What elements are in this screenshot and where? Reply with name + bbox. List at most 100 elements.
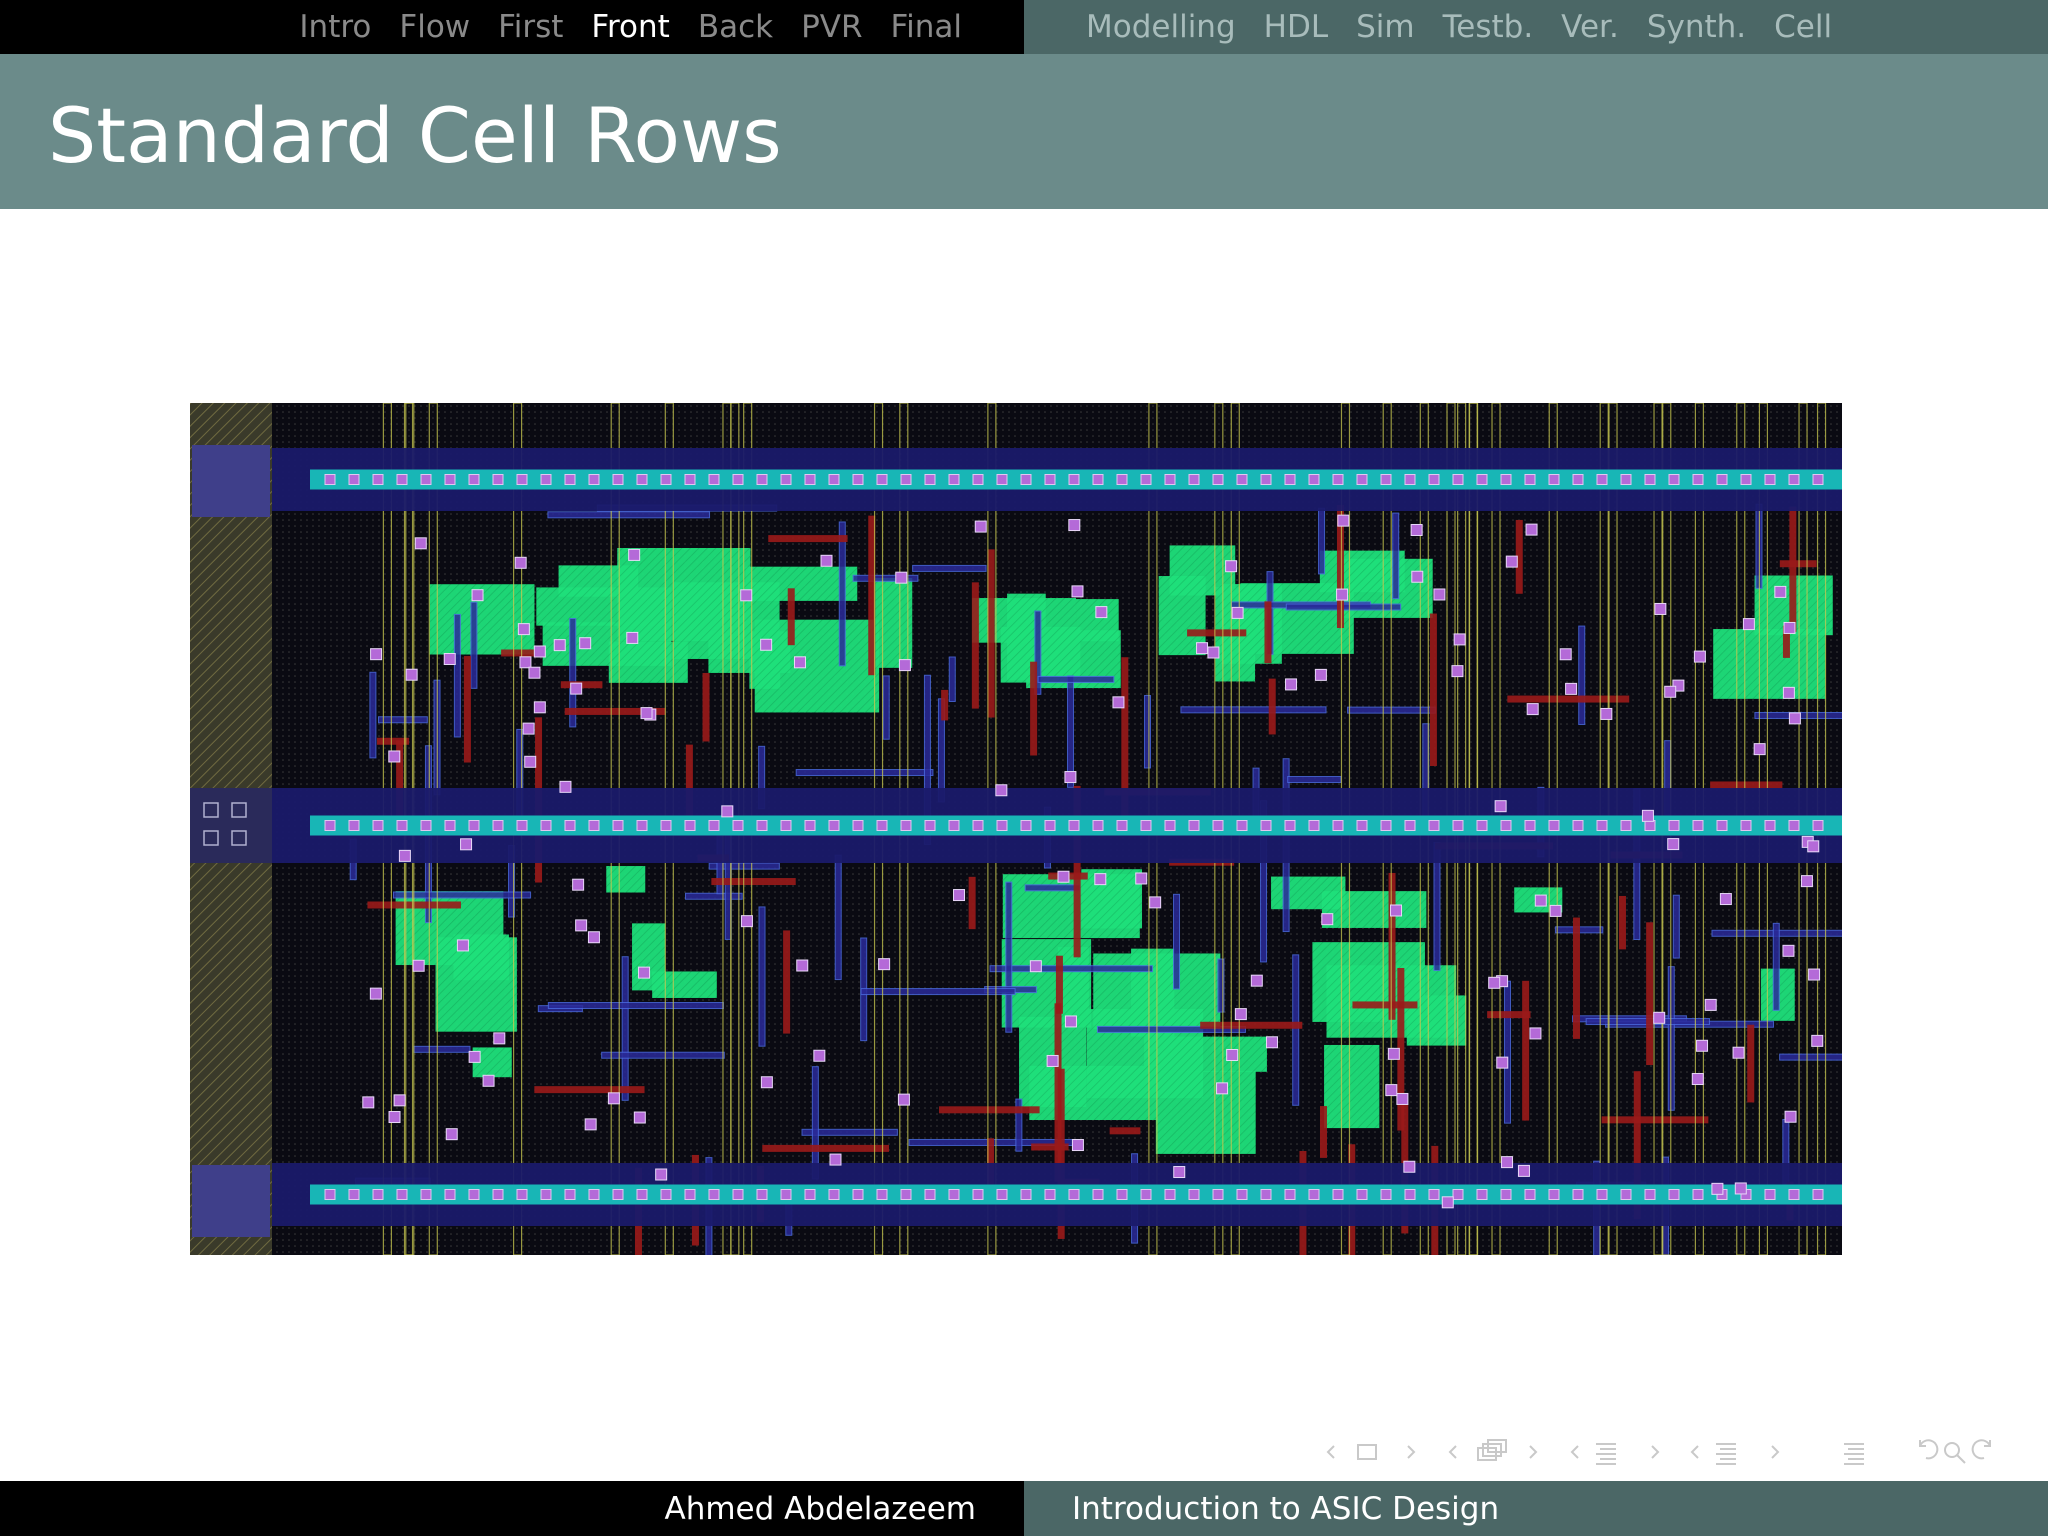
rail-via [1692, 820, 1704, 831]
rail-via [1068, 1189, 1080, 1200]
rail-via [756, 1189, 768, 1200]
footer-author: Ahmed Abdelazeem [664, 1490, 976, 1527]
rail-via [588, 474, 600, 485]
nav-subsection-cell[interactable]: Cell [1774, 9, 1832, 45]
contact-via [1742, 618, 1755, 631]
align-icon[interactable] [1596, 1443, 1616, 1465]
right-arrow-icon[interactable] [1407, 1445, 1416, 1459]
rail-via [1284, 820, 1296, 831]
contact-via [1488, 976, 1501, 989]
poly-trace [787, 588, 795, 646]
contact-via [1696, 1039, 1709, 1052]
contact-via [1057, 870, 1070, 883]
rail-via [684, 474, 696, 485]
contact-via [1396, 1092, 1409, 1105]
contact-via [1265, 1036, 1278, 1049]
diffusion-region [1312, 942, 1425, 1022]
nav-section-final[interactable]: Final [891, 9, 962, 45]
left-arrow-icon[interactable] [1570, 1445, 1579, 1459]
rail-via [852, 474, 864, 485]
right-arrow-icon[interactable] [1651, 1445, 1660, 1459]
rail-via [540, 820, 552, 831]
contact-via [522, 722, 535, 735]
contact-via [1216, 1082, 1229, 1095]
left-arrow-icon[interactable] [1690, 1445, 1699, 1459]
slide-title-bar: Standard Cell Rows [0, 54, 2048, 209]
undo-icon[interactable] [1919, 1439, 1939, 1460]
contact-via [813, 1049, 826, 1062]
nav-subsection-sim[interactable]: Sim [1356, 9, 1415, 45]
contact-via [482, 1074, 495, 1087]
frames-icon[interactable] [1477, 1439, 1507, 1461]
contact-via [1549, 904, 1562, 917]
poly-trace [702, 672, 710, 742]
rail-via [420, 820, 432, 831]
frame-icon[interactable] [1357, 1444, 1377, 1460]
rail-via [1524, 820, 1536, 831]
rail-via [1668, 474, 1680, 485]
contact-via [1600, 707, 1613, 720]
align-icon[interactable] [1716, 1443, 1736, 1465]
rail-via [468, 1189, 480, 1200]
contact-via [1234, 1008, 1247, 1021]
rail-via [948, 474, 960, 485]
metal1-wire [547, 511, 711, 519]
rail-via [1044, 1189, 1056, 1200]
contact-via [1095, 606, 1108, 619]
nav-section-flow[interactable]: Flow [399, 9, 470, 45]
poly-trace [941, 689, 949, 721]
right-arrow-icon[interactable] [1529, 1445, 1538, 1459]
rail-via [1308, 1189, 1320, 1200]
rail-via [1284, 1189, 1296, 1200]
rail-via [732, 1189, 744, 1200]
contact-via [626, 631, 639, 644]
rail-via [780, 820, 792, 831]
rail-via [1404, 820, 1416, 831]
left-arrow-icon[interactable] [1326, 1445, 1335, 1459]
rail-via [372, 1189, 384, 1200]
nav-section-back[interactable]: Back [698, 9, 773, 45]
metal1-wire [834, 854, 842, 981]
left-arrow-icon[interactable] [1448, 1445, 1457, 1459]
align-icon[interactable] [1844, 1443, 1864, 1465]
section-navigation: Intro Flow First Front Back PVR Final [0, 0, 1024, 54]
contact-via [405, 668, 418, 681]
rail-via [420, 474, 432, 485]
contact-via [1501, 1156, 1514, 1169]
nav-section-pvr[interactable]: PVR [801, 9, 862, 45]
rail-via [372, 820, 384, 831]
redo-icon[interactable] [1971, 1439, 1991, 1460]
nav-subsection-hdl[interactable]: HDL [1264, 9, 1328, 45]
search-icon[interactable] [1944, 1442, 1966, 1464]
rail-via [1716, 820, 1728, 831]
contact-via [1231, 606, 1244, 619]
rail-via [1164, 474, 1176, 485]
contact-via [1753, 743, 1766, 756]
right-arrow-icon[interactable] [1771, 1445, 1780, 1459]
contact-via [1094, 873, 1107, 886]
rail-via [1572, 1189, 1584, 1200]
nav-section-front[interactable]: Front [591, 9, 669, 45]
footer-author-box: Ahmed Abdelazeem [0, 1481, 1024, 1536]
rail-via [1452, 1189, 1464, 1200]
contact-via [369, 987, 382, 1000]
nav-subsection-ver[interactable]: Ver. [1561, 9, 1619, 45]
rail-via [1356, 1189, 1368, 1200]
rail-via [1740, 820, 1752, 831]
contact-via [1534, 894, 1547, 907]
contact-via [393, 1094, 406, 1107]
nav-subsection-modelling[interactable]: Modelling [1086, 9, 1236, 45]
nav-section-first[interactable]: First [498, 9, 563, 45]
metal1-wire [989, 965, 1153, 973]
nav-section-intro[interactable]: Intro [299, 9, 371, 45]
nav-subsection-testb[interactable]: Testb. [1443, 9, 1534, 45]
rail-via [1476, 820, 1488, 831]
rail-via [1236, 820, 1248, 831]
contact-via [388, 1111, 401, 1124]
nav-subsection-synth[interactable]: Synth. [1647, 9, 1746, 45]
contact-via [528, 666, 541, 679]
contact-via [1782, 686, 1795, 699]
beamer-navigation-symbols [1320, 1434, 2020, 1470]
metal1-wire [470, 601, 478, 689]
contact-via [572, 878, 585, 891]
